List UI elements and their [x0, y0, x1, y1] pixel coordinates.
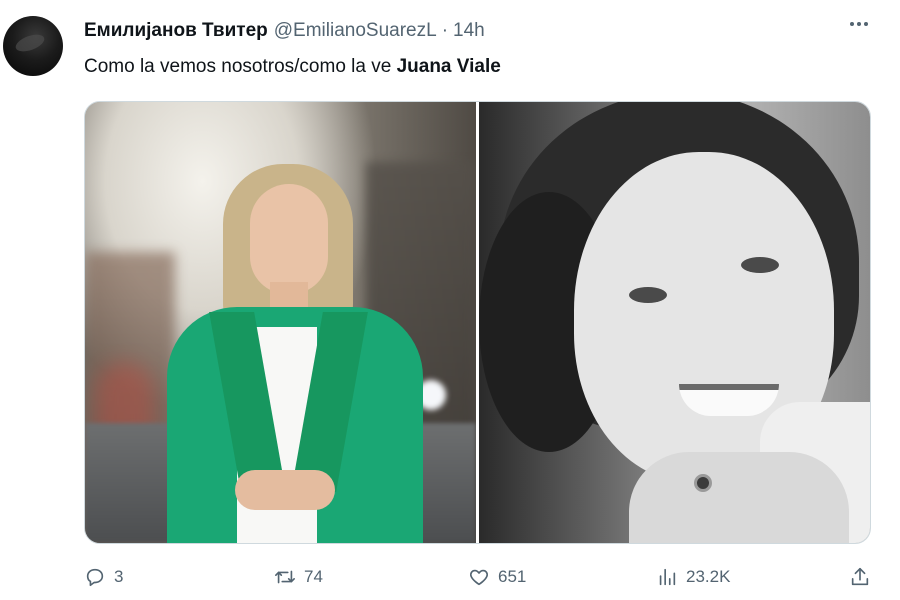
views-count: 23.2K: [686, 567, 731, 586]
analytics-icon: [659, 568, 676, 586]
more-icon[interactable]: [850, 22, 868, 26]
retweet-count: 74: [304, 567, 323, 586]
user-handle[interactable]: @EmilianoSuarezL: [274, 20, 437, 42]
tweet-text: Como la vemos nosotros/como la ve Juana …: [84, 56, 501, 78]
more-dot: [857, 22, 861, 26]
separator-dot: ·: [441, 20, 449, 41]
ring: [694, 474, 712, 492]
hands: [235, 470, 335, 510]
retweet-button[interactable]: 74: [274, 566, 323, 588]
more-dot: [850, 22, 854, 26]
retweet-icon: [275, 570, 295, 584]
heart-icon: [470, 569, 488, 586]
hand: [629, 452, 849, 543]
tweet-text-mention[interactable]: Juana Viale: [397, 56, 501, 77]
eye: [741, 257, 779, 273]
reply-count: 3: [114, 567, 124, 586]
action-bar: 3 74 651 23.2K: [84, 566, 871, 594]
display-name[interactable]: Емилијанов Твитер: [84, 20, 268, 42]
eye: [629, 287, 667, 303]
photo-woman-green-blazer[interactable]: [85, 102, 476, 543]
tweet-header: Емилијанов Твитер @EmilianoSuarezL · 14h: [84, 20, 485, 42]
tweet-text-main: Como la vemos nosotros/como la ve: [84, 56, 397, 77]
like-count: 651: [498, 567, 527, 586]
views-button[interactable]: 23.2K: [656, 566, 730, 588]
share-icon: [851, 567, 869, 586]
reply-icon: [86, 568, 104, 587]
face: [250, 184, 328, 294]
share-button[interactable]: [849, 566, 871, 588]
media-grid: [84, 101, 871, 544]
more-dot: [864, 22, 868, 26]
reply-button[interactable]: 3: [84, 566, 123, 588]
timestamp[interactable]: 14h: [453, 20, 485, 42]
photo-black-white-portrait[interactable]: [479, 102, 870, 543]
like-button[interactable]: 651: [468, 566, 526, 588]
avatar[interactable]: [3, 16, 63, 76]
